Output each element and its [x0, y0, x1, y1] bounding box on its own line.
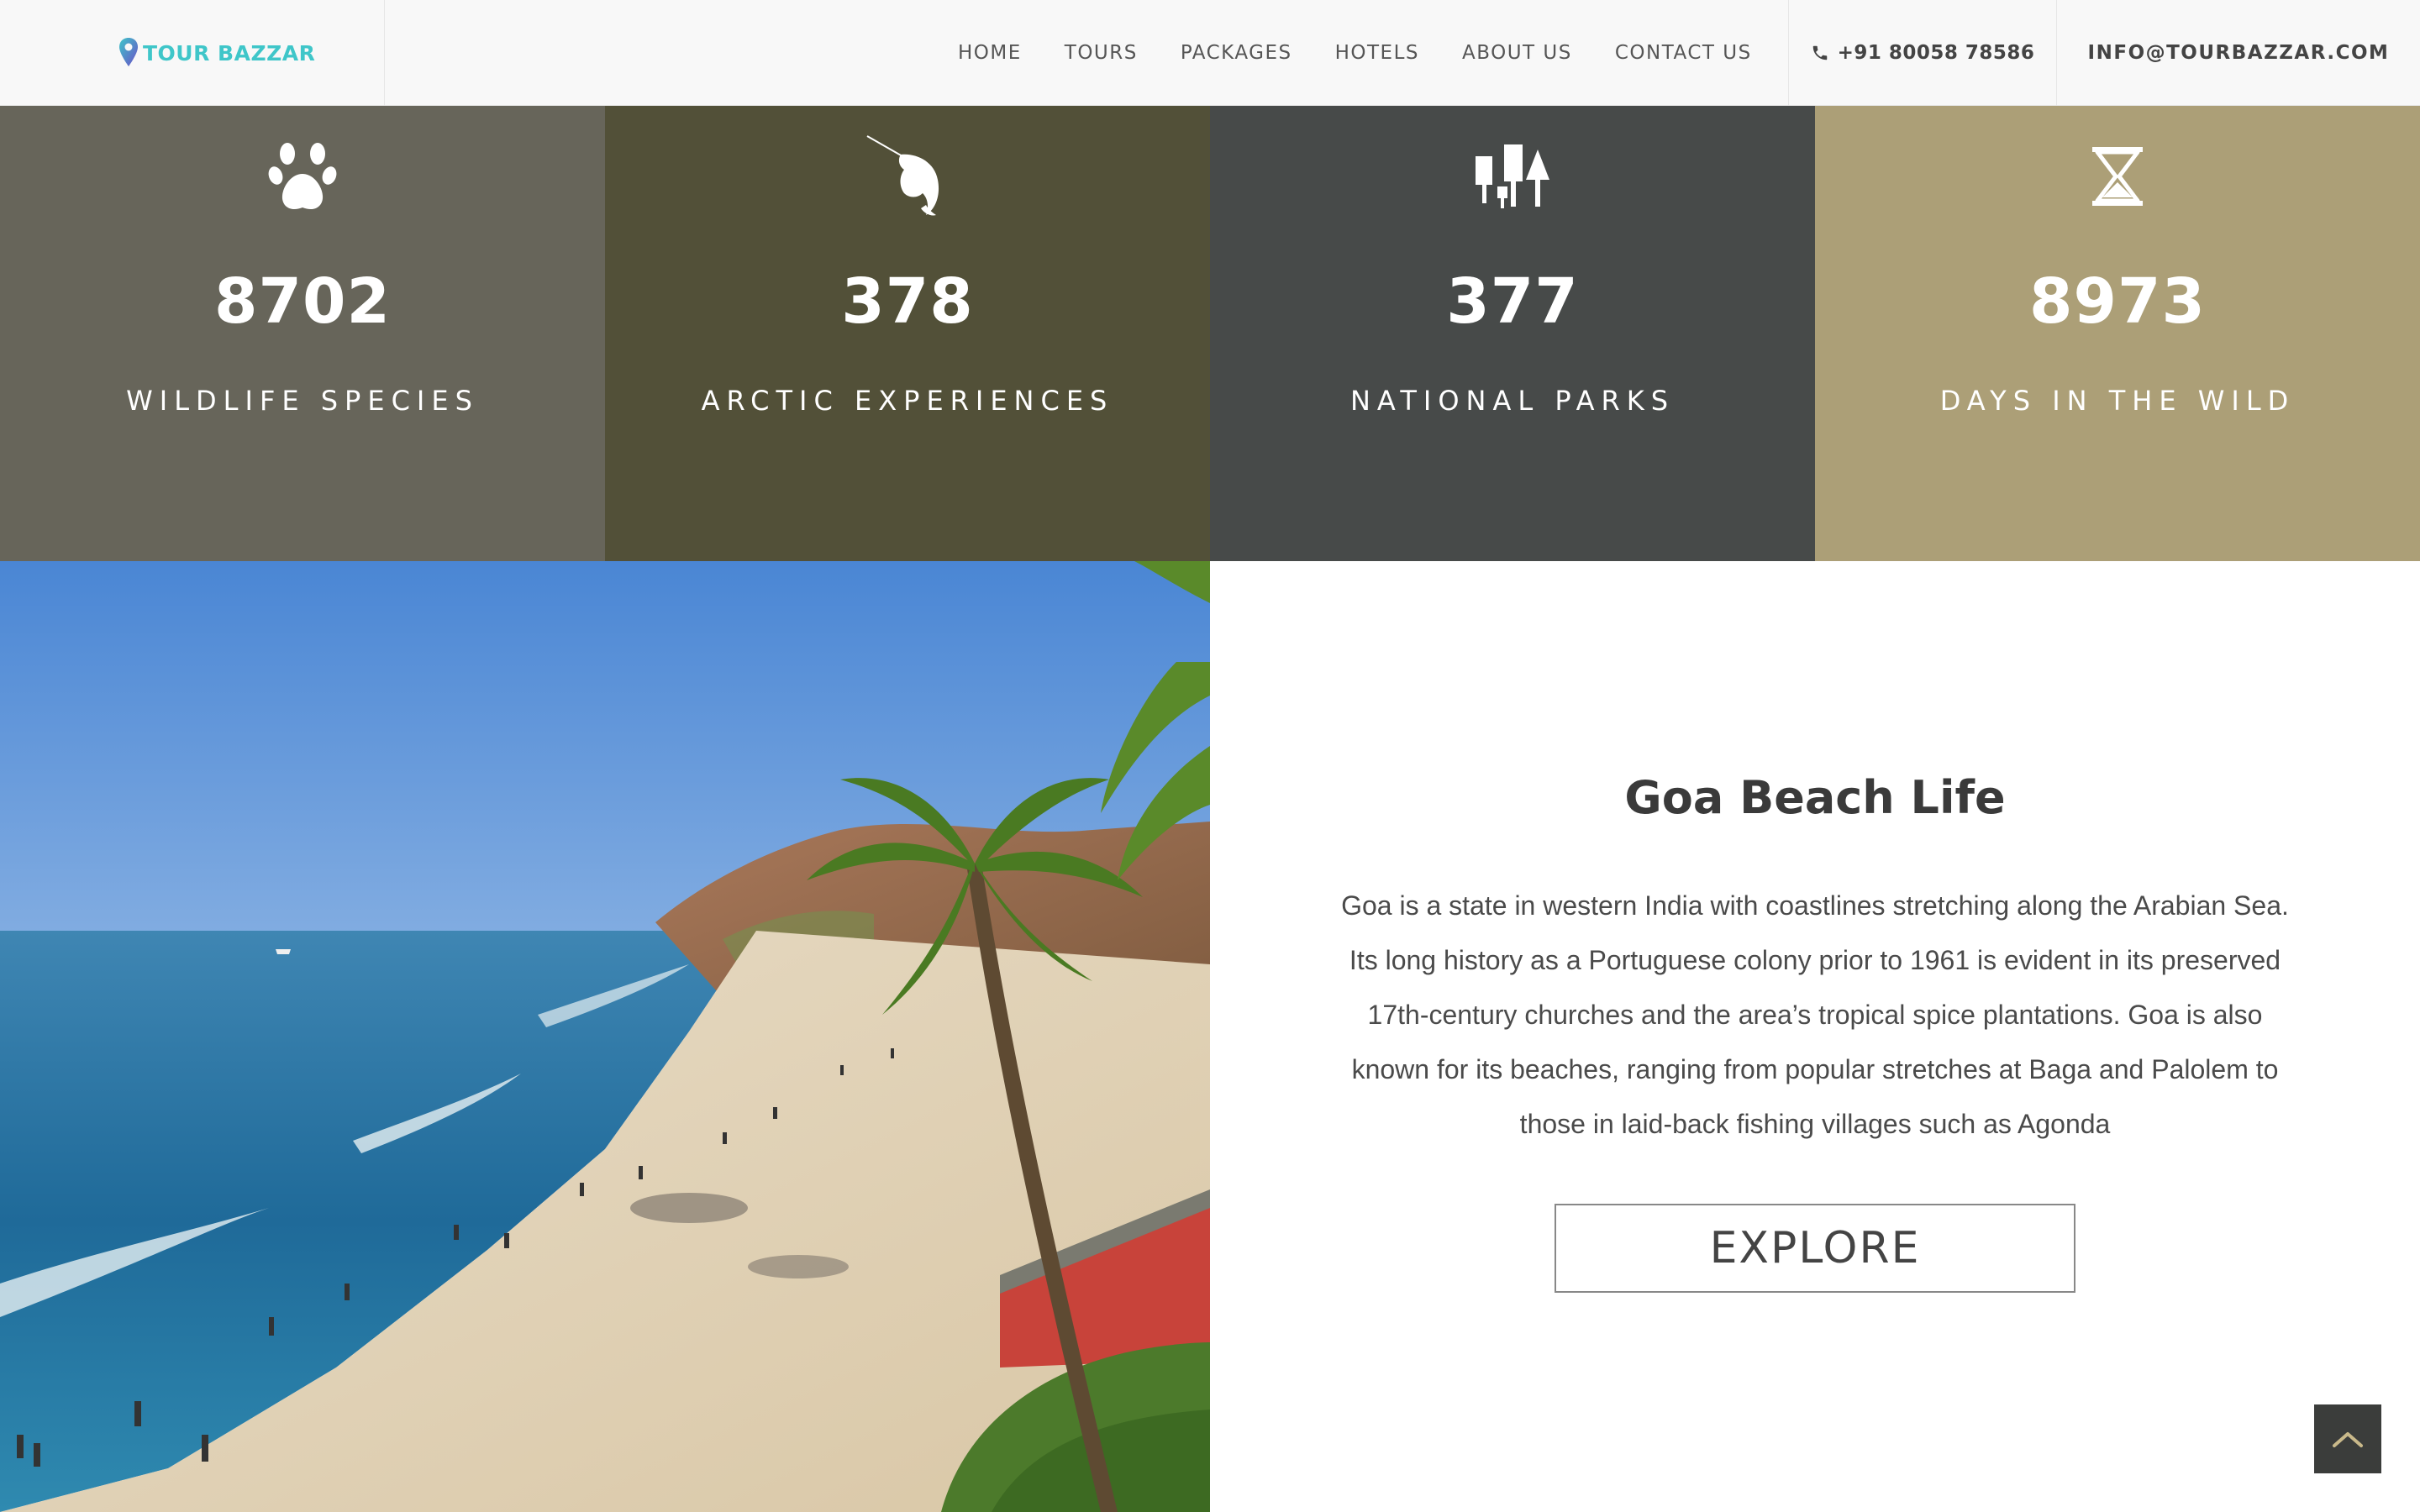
stat-label: DAYS IN THE WILD	[1939, 385, 2296, 417]
main-nav: HOME TOURS PACKAGES HOTELS ABOUT US CONT…	[958, 0, 1752, 106]
site-logo[interactable]: TOUR BAZZAR	[118, 35, 315, 71]
paw-icon	[260, 134, 345, 218]
stat-wildlife-species: 8702 WILDLIFE SPECIES	[0, 106, 605, 561]
stat-label: WILDLIFE SPECIES	[126, 385, 479, 417]
feature-title: Goa Beach Life	[1624, 771, 2006, 824]
chevron-up-icon	[2333, 1432, 2363, 1447]
phone-number: +91 80058 78586	[1837, 42, 2035, 64]
scroll-to-top-button[interactable]	[2314, 1404, 2381, 1473]
goa-beach-photo	[0, 561, 1210, 1512]
stat-days-in-the-wild: 8973 DAYS IN THE WILD	[1815, 106, 2420, 561]
stat-label: ARCTIC EXPERIENCES	[701, 385, 1114, 417]
trees-icon	[1470, 134, 1555, 218]
feature-panel: Goa Beach Life Goa is a state in western…	[1210, 561, 2420, 1512]
hourglass-icon	[2075, 134, 2160, 218]
email-contact[interactable]: INFO@TOURBAZZAR.COM	[2057, 0, 2420, 106]
nav-contact-us[interactable]: CONTACT US	[1615, 42, 1752, 64]
stats-band: 8702 WILDLIFE SPECIES 378 ARCTIC EXPERIE…	[0, 106, 2420, 561]
email-address: INFO@TOURBAZZAR.COM	[2087, 42, 2390, 64]
stat-arctic-experiences: 378 ARCTIC EXPERIENCES	[605, 106, 1210, 561]
nav-home[interactable]: HOME	[958, 42, 1022, 64]
stat-label: NATIONAL PARKS	[1349, 385, 1675, 417]
logo-container: TOUR BAZZAR	[0, 0, 385, 106]
phone-contact[interactable]: +91 80058 78586	[1788, 0, 2057, 106]
explore-button[interactable]: EXPLORE	[1555, 1204, 2075, 1293]
map-pin-icon	[119, 38, 138, 66]
stat-value: 8702	[214, 265, 391, 338]
stat-value: 8973	[2029, 265, 2206, 338]
nav-hotels[interactable]: HOTELS	[1335, 42, 1419, 64]
stat-value: 377	[1446, 265, 1579, 338]
stat-national-parks: 377 NATIONAL PARKS	[1210, 106, 1815, 561]
nav-about-us[interactable]: ABOUT US	[1462, 42, 1572, 64]
feature-description: Goa is a state in western India with coa…	[1341, 890, 2289, 1139]
stat-value: 378	[841, 265, 974, 338]
brand-name: TOUR BAZZAR	[143, 40, 316, 66]
nav-tours[interactable]: TOURS	[1065, 42, 1138, 64]
site-header: TOUR BAZZAR HOME TOURS PACKAGES HOTELS A…	[0, 0, 2420, 106]
phone-icon	[1812, 45, 1827, 60]
nav-packages[interactable]: PACKAGES	[1181, 42, 1292, 64]
narwhal-icon	[865, 134, 950, 218]
